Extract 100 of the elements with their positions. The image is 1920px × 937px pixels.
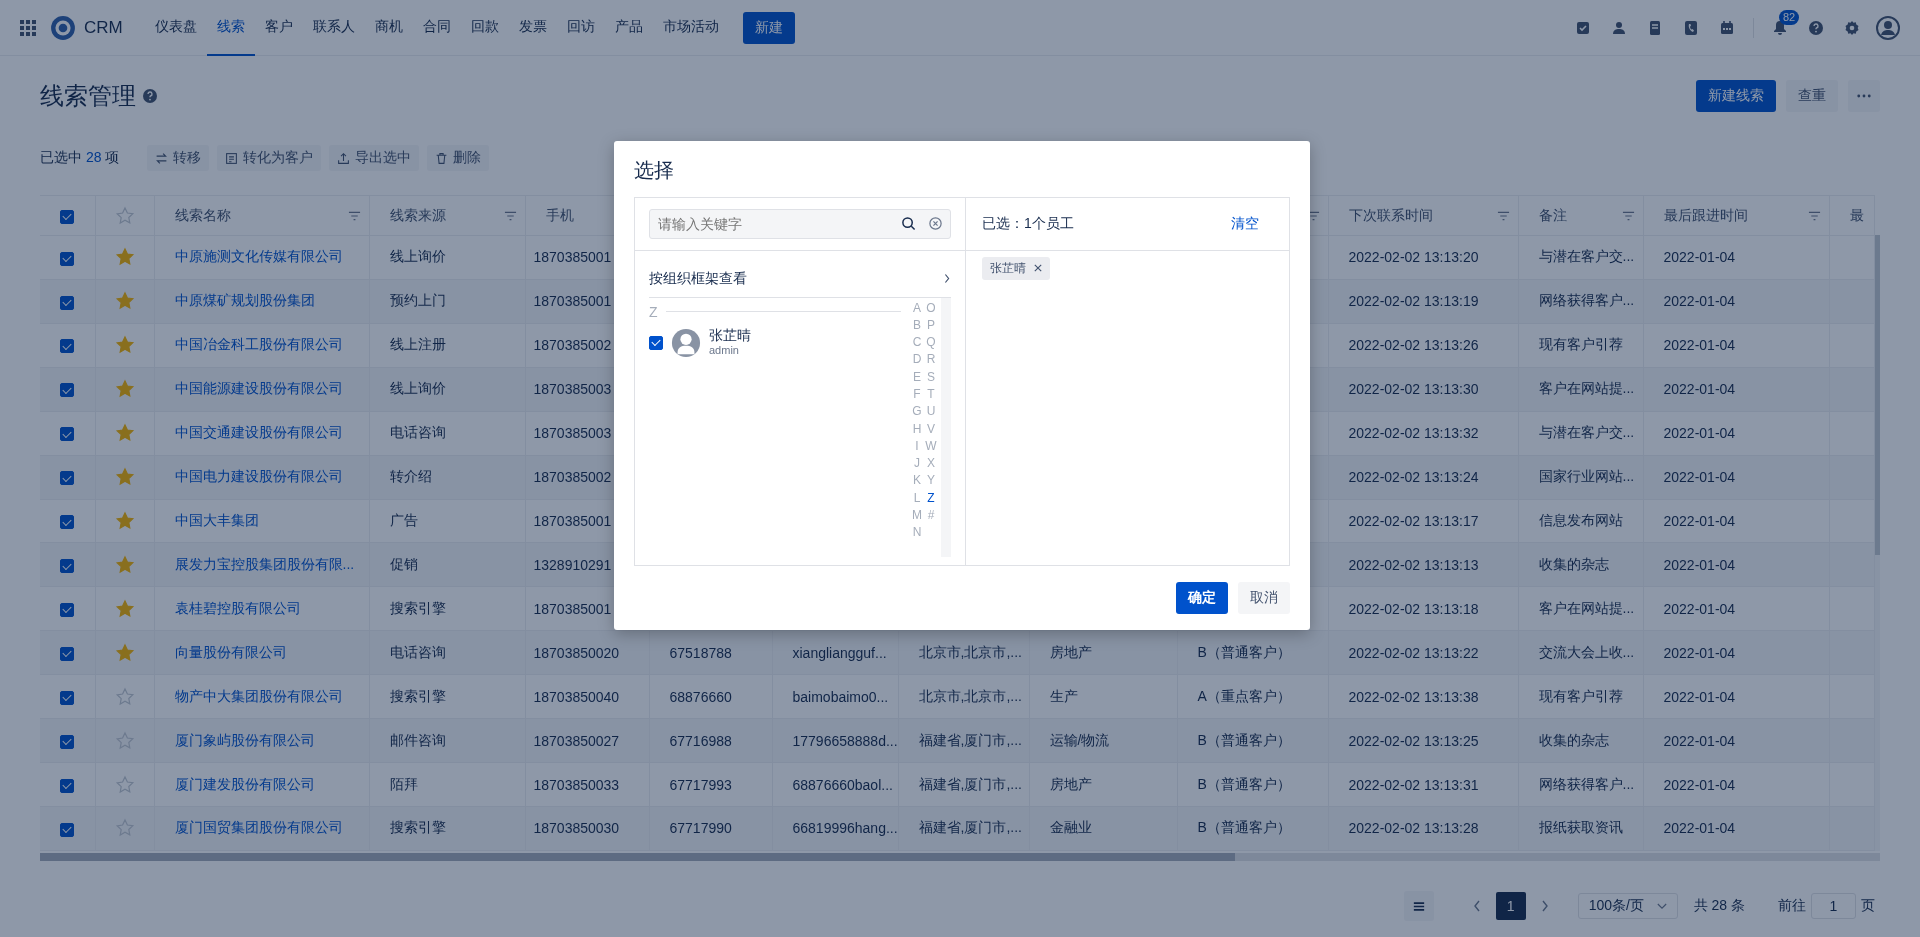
star-outline-icon[interactable] bbox=[114, 774, 135, 795]
page-input-field[interactable]: 1 bbox=[1811, 893, 1856, 919]
confirm-button[interactable]: 确定 bbox=[1176, 582, 1228, 614]
star-filled-icon[interactable] bbox=[114, 467, 135, 488]
nav-tab[interactable]: 回访 bbox=[556, 0, 605, 56]
row-checkbox[interactable] bbox=[60, 339, 75, 354]
index-letter[interactable]: N bbox=[911, 525, 923, 543]
help-icon[interactable] bbox=[1808, 19, 1824, 36]
index-letter[interactable]: M bbox=[911, 508, 923, 526]
page-size-select[interactable]: 100条/页 bbox=[1577, 893, 1678, 919]
settings-icon[interactable] bbox=[1844, 19, 1860, 36]
index-letter[interactable]: Z bbox=[925, 490, 937, 509]
index-letter[interactable]: T bbox=[925, 387, 937, 405]
page-number-button[interactable]: 1 bbox=[1495, 892, 1526, 920]
row-checkbox[interactable] bbox=[60, 383, 75, 398]
index-letter[interactable]: D bbox=[911, 352, 923, 370]
convert-button[interactable]: 转化为客户 bbox=[217, 145, 322, 171]
phone-icon[interactable] bbox=[1683, 19, 1699, 36]
index-letter[interactable]: L bbox=[911, 490, 923, 509]
nav-tab[interactable]: 客户 bbox=[254, 0, 303, 56]
employee-checkbox[interactable] bbox=[649, 335, 663, 350]
select-all-checkbox[interactable] bbox=[60, 209, 75, 224]
nav-tab[interactable]: 联系人 bbox=[302, 0, 365, 56]
index-letter[interactable]: O bbox=[925, 300, 937, 318]
export-button[interactable]: 导出选中 bbox=[329, 145, 420, 171]
help-icon[interactable] bbox=[142, 88, 158, 104]
search-field[interactable]: 请输入关键字 bbox=[649, 208, 951, 239]
star-outline-icon[interactable] bbox=[114, 730, 135, 751]
app-grid-icon[interactable] bbox=[20, 19, 36, 36]
row-checkbox[interactable] bbox=[60, 515, 75, 530]
row-checkbox[interactable] bbox=[60, 559, 75, 574]
create-button[interactable]: 新建 bbox=[742, 11, 795, 44]
remove-icon[interactable] bbox=[1034, 264, 1042, 272]
star-filled-icon[interactable] bbox=[114, 379, 135, 400]
star-outline-icon[interactable] bbox=[114, 686, 135, 707]
star-outline-icon[interactable] bbox=[114, 818, 135, 839]
row-checkbox[interactable] bbox=[60, 471, 75, 486]
index-letter[interactable]: A bbox=[911, 300, 923, 318]
row-checkbox[interactable] bbox=[60, 251, 75, 266]
dedupe-button[interactable]: 查重 bbox=[1786, 80, 1838, 112]
index-letter[interactable]: F bbox=[911, 387, 923, 405]
index-letter[interactable]: R bbox=[925, 352, 937, 370]
index-letter[interactable]: Q bbox=[925, 335, 937, 353]
transfer-button[interactable]: 转移 bbox=[147, 145, 210, 171]
row-checkbox[interactable] bbox=[60, 690, 75, 705]
row-checkbox[interactable] bbox=[60, 295, 75, 310]
star-filled-icon[interactable] bbox=[114, 423, 135, 444]
nav-tab[interactable]: 市场活动 bbox=[652, 0, 729, 56]
star-filled-icon[interactable] bbox=[114, 511, 135, 531]
cancel-button[interactable]: 取消 bbox=[1238, 582, 1290, 614]
nav-tab[interactable]: 合同 bbox=[412, 0, 461, 56]
row-checkbox[interactable] bbox=[60, 427, 75, 442]
row-checkbox[interactable] bbox=[60, 822, 75, 837]
index-letter[interactable]: B bbox=[911, 317, 923, 336]
create-lead-button[interactable]: 新建线索 bbox=[1696, 80, 1776, 112]
index-letter[interactable]: E bbox=[911, 369, 923, 387]
lead-name-link[interactable]: 中国大丰集团 bbox=[174, 512, 259, 528]
nav-tab[interactable]: 线索 bbox=[206, 0, 255, 56]
nav-tab[interactable]: 商机 bbox=[364, 0, 413, 56]
list-menu-button[interactable] bbox=[1403, 891, 1434, 921]
index-letter[interactable]: C bbox=[911, 335, 923, 353]
clear-icon[interactable] bbox=[928, 215, 943, 231]
index-letter[interactable]: V bbox=[925, 421, 937, 439]
star-filled-icon[interactable] bbox=[114, 247, 135, 268]
index-letter[interactable]: J bbox=[911, 456, 923, 474]
index-letter[interactable]: G bbox=[911, 404, 923, 422]
document-icon[interactable] bbox=[1647, 19, 1663, 36]
task-icon[interactable] bbox=[1575, 19, 1591, 36]
nav-tab[interactable]: 发票 bbox=[508, 0, 557, 56]
index-letter[interactable]: # bbox=[925, 508, 937, 526]
star-filled-icon[interactable] bbox=[114, 554, 135, 575]
index-letter[interactable]: Y bbox=[925, 473, 937, 491]
index-letter[interactable]: X bbox=[925, 456, 937, 474]
star-filled-icon[interactable] bbox=[114, 291, 135, 312]
lead-name-link[interactable]: 向量股份有限公司 bbox=[174, 643, 287, 660]
nav-tab[interactable]: 仪表盘 bbox=[144, 0, 207, 56]
star-filled-icon[interactable] bbox=[114, 642, 135, 663]
index-letter[interactable]: K bbox=[911, 473, 923, 491]
delete-button[interactable]: 删除 bbox=[427, 145, 490, 171]
index-letter[interactable]: P bbox=[925, 317, 937, 336]
star-filled-icon[interactable] bbox=[114, 335, 135, 356]
row-checkbox[interactable] bbox=[60, 646, 75, 661]
calendar-icon[interactable] bbox=[1719, 19, 1735, 36]
vertical-scrollbar-thumb[interactable] bbox=[1874, 235, 1880, 555]
user-icon[interactable] bbox=[1611, 19, 1627, 36]
star-filled-icon[interactable] bbox=[114, 598, 135, 619]
bell-icon[interactable] bbox=[1772, 19, 1788, 36]
horizontal-scrollbar-thumb[interactable] bbox=[40, 853, 1235, 861]
clear-link[interactable]: 清空 bbox=[1231, 214, 1259, 233]
nav-tab[interactable]: 产品 bbox=[604, 0, 653, 56]
row-checkbox[interactable] bbox=[60, 778, 75, 793]
index-letter[interactable]: I bbox=[911, 438, 923, 457]
index-letter[interactable]: W bbox=[925, 438, 937, 457]
search-icon[interactable] bbox=[901, 215, 916, 231]
index-letter[interactable]: S bbox=[925, 369, 937, 387]
row-checkbox[interactable] bbox=[60, 734, 75, 749]
index-letter[interactable]: H bbox=[911, 421, 923, 439]
row-checkbox[interactable] bbox=[60, 603, 75, 617]
index-letter[interactable]: U bbox=[925, 404, 937, 422]
nav-tab[interactable]: 回款 bbox=[460, 0, 509, 56]
